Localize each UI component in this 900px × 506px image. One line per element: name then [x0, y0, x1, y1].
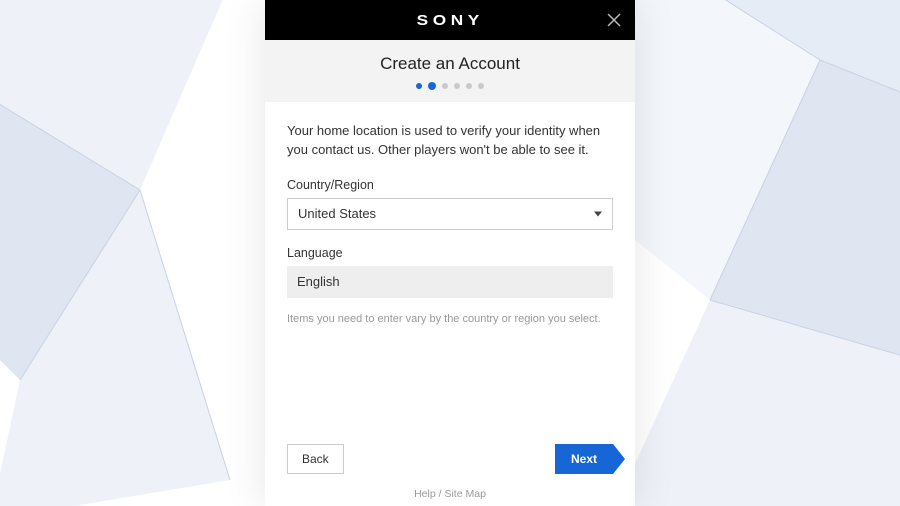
step-dot — [466, 83, 472, 89]
form-content: Your home location is used to verify you… — [265, 102, 635, 444]
step-dot — [428, 82, 436, 90]
step-dot — [454, 83, 460, 89]
brand-logo: SONY — [416, 12, 483, 29]
panel-subheader: Create an Account — [265, 40, 635, 102]
signup-panel: SONY Create an Account Your home locatio… — [265, 0, 635, 506]
country-value: United States — [298, 206, 376, 221]
close-icon[interactable] — [605, 11, 623, 29]
sitemap-link[interactable]: Site Map — [444, 488, 485, 500]
page-title: Create an Account — [265, 40, 635, 82]
intro-text: Your home location is used to verify you… — [287, 122, 613, 160]
language-value: English — [297, 274, 340, 289]
chevron-down-icon — [594, 211, 602, 216]
step-dot — [416, 83, 422, 89]
back-button[interactable]: Back — [287, 444, 344, 474]
country-select[interactable]: United States — [287, 198, 613, 230]
country-note: Items you need to enter vary by the coun… — [287, 312, 613, 327]
footer-links: Help / Site Map — [265, 488, 635, 506]
help-link[interactable]: Help — [414, 488, 436, 500]
language-label: Language — [287, 246, 613, 260]
step-indicator — [265, 82, 635, 102]
country-label: Country/Region — [287, 178, 613, 192]
step-dot — [478, 83, 484, 89]
action-bar: Back Next — [265, 444, 635, 488]
next-button[interactable]: Next — [555, 444, 613, 474]
language-field: English — [287, 266, 613, 298]
step-dot — [442, 83, 448, 89]
panel-header: SONY — [265, 0, 635, 40]
